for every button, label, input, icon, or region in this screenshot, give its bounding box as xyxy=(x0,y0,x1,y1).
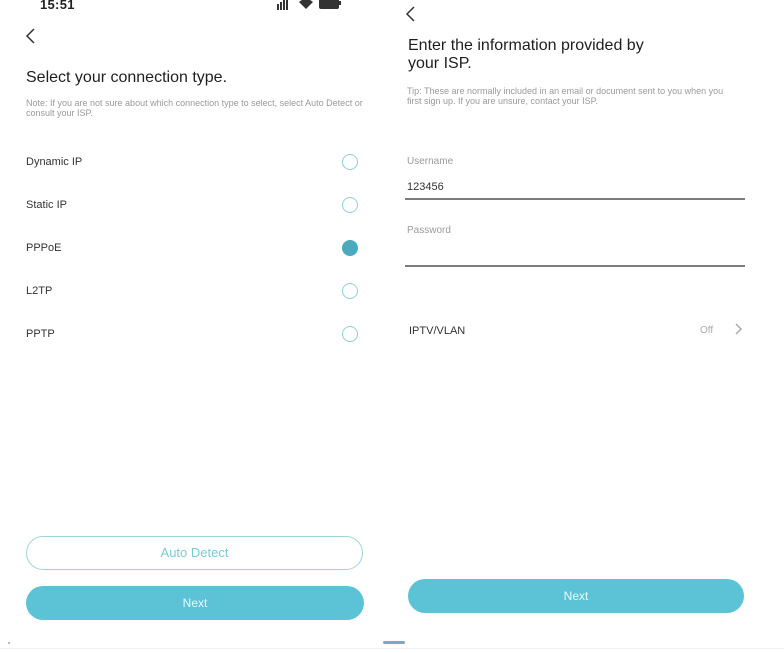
iptv-vlan-label[interactable]: IPTV/VLAN xyxy=(409,325,465,337)
password-label: Password xyxy=(407,225,451,236)
status-time: 15:51 xyxy=(40,0,75,12)
status-icons xyxy=(277,0,341,10)
username-field[interactable]: 123456 xyxy=(407,181,444,193)
connection-type-screen: 15:51 Select your connection type. Note:… xyxy=(0,0,392,640)
auto-detect-button[interactable]: Auto Detect xyxy=(26,536,363,570)
status-bar: 15:51 xyxy=(0,0,392,20)
chevron-left-icon xyxy=(25,28,35,44)
isp-tip: Tip: These are normally included in an e… xyxy=(407,86,724,106)
option-pptp[interactable]: PPTP xyxy=(26,318,366,354)
title-line-1: Enter the information provided by xyxy=(408,37,644,54)
signal-icon xyxy=(277,0,288,10)
radio-button[interactable] xyxy=(342,283,358,299)
username-label: Username xyxy=(407,156,454,167)
page-title: Select your connection type. xyxy=(26,69,228,86)
chevron-right-icon[interactable] xyxy=(733,321,745,337)
option-label: Static IP xyxy=(26,199,67,211)
option-dynamic-ip[interactable]: Dynamic IP xyxy=(26,146,366,182)
home-indicator xyxy=(383,641,405,644)
option-label: Dynamic IP xyxy=(26,156,83,168)
next-button[interactable]: Next xyxy=(26,586,364,620)
password-underline xyxy=(405,265,745,267)
divider xyxy=(0,648,784,649)
back-button[interactable] xyxy=(22,26,42,46)
radio-button[interactable] xyxy=(342,197,358,213)
page-title: Enter the information provided by your I… xyxy=(408,37,644,73)
username-underline xyxy=(405,198,745,200)
divider xyxy=(8,642,10,644)
wifi-icon xyxy=(299,0,313,9)
back-button[interactable] xyxy=(402,4,422,24)
option-label: L2TP xyxy=(26,285,53,297)
radio-button[interactable] xyxy=(342,326,358,342)
option-static-ip[interactable]: Static IP xyxy=(26,189,366,225)
battery-icon xyxy=(319,0,341,9)
password-field[interactable] xyxy=(407,249,747,263)
iptv-vlan-value[interactable]: Off xyxy=(700,325,713,336)
option-pppoe[interactable]: PPPoE xyxy=(26,232,366,268)
option-label: PPPoE xyxy=(26,242,62,254)
radio-button[interactable] xyxy=(342,154,358,170)
connection-note: Note: If you are not sure about which co… xyxy=(26,98,363,118)
next-button[interactable]: Next xyxy=(408,579,744,613)
title-line-2: your ISP. xyxy=(408,55,472,72)
option-label: PPTP xyxy=(26,328,55,340)
option-l2tp[interactable]: L2TP xyxy=(26,275,366,311)
radio-button-checked[interactable] xyxy=(342,240,358,256)
chevron-left-icon xyxy=(405,6,415,22)
